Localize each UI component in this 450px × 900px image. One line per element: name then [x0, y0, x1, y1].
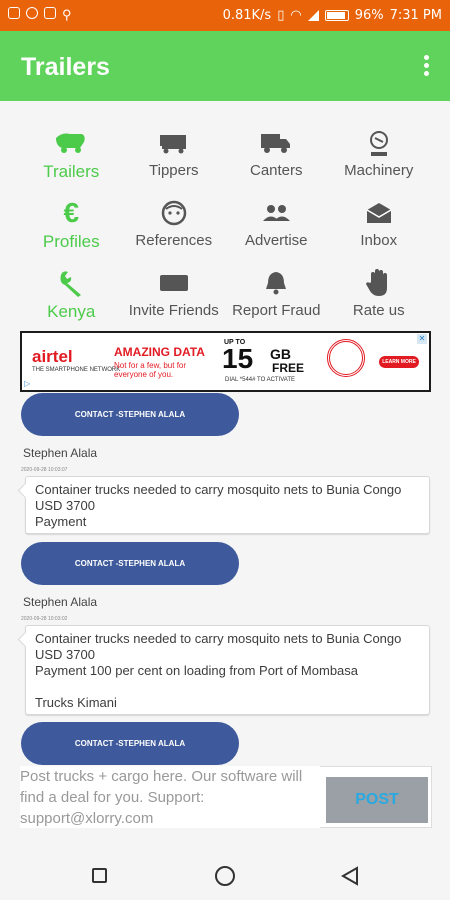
clock: 7:31 PM: [389, 8, 442, 23]
network-speed: 0.81K/s: [222, 8, 272, 23]
message-line: Container trucks needed to carry mosquit…: [35, 482, 402, 497]
category-label: Kenya: [47, 302, 96, 321]
category-label: Tippers: [149, 162, 199, 179]
ad-badge-icon: [327, 339, 365, 377]
face-icon: [161, 198, 187, 228]
poster-name: Stephen Alala: [23, 595, 98, 609]
battery-level: [326, 12, 345, 19]
message-line: USD 3700: [35, 647, 95, 662]
ad-free: FREE: [272, 361, 305, 375]
ad-dial: DIAL *544# TO ACTIVATE: [225, 377, 296, 383]
ad-unit: GB: [270, 346, 291, 362]
notification-icon: [44, 7, 56, 19]
category-label: Machinery: [344, 162, 414, 179]
message-line: Trucks Kimani: [35, 695, 117, 710]
adchoices-icon[interactable]: ▷: [24, 379, 30, 388]
recents-icon[interactable]: [92, 868, 107, 883]
message-bubble: Container trucks needed to carry mosquit…: [25, 476, 430, 534]
category-kenya[interactable]: Kenya: [20, 268, 123, 338]
contact-button[interactable]: CONTACT -STEPHEN ALALA: [21, 393, 239, 436]
bell-icon: [264, 268, 288, 298]
category-label: Invite Friends: [128, 302, 219, 319]
shipping-truck-icon: [260, 128, 292, 158]
message-line: USD 3700: [35, 498, 95, 513]
message-line: Container trucks needed to carry mosquit…: [35, 631, 402, 646]
category-rate-us[interactable]: Rate us: [328, 268, 431, 338]
system-nav-bar: [0, 850, 450, 900]
category-invite-friends[interactable]: Invite Friends: [123, 268, 226, 338]
message-bubble: Container trucks needed to carry mosquit…: [25, 625, 430, 715]
post-input-bar: Post trucks + cargo here. Our software w…: [20, 766, 432, 828]
battery-icon: [324, 10, 349, 21]
post-date: 2020-09-28 10:03:02: [21, 616, 68, 622]
contact-button[interactable]: CONTACT -STEPHEN ALALA: [21, 542, 239, 585]
category-label: Advertise: [244, 232, 308, 249]
keyboard-icon: [159, 268, 189, 298]
category-trailers[interactable]: Trailers: [20, 128, 123, 198]
status-right: 0.81K/s ▯ ◠ 96% 7:31 PM: [223, 8, 442, 23]
truck-icon: [159, 128, 189, 158]
ad-cta-button[interactable]: LEARN MORE >>: [379, 356, 419, 377]
category-advertise[interactable]: Advertise: [225, 198, 328, 268]
message-line: Payment: [35, 514, 87, 529]
status-bar: ⚲ 0.81K/s ▯ ◠ 96% 7:31 PM: [0, 0, 450, 31]
grid-row: Trailers Tippers Canters Machinery: [20, 128, 430, 198]
vibrate-icon: ▯: [277, 8, 285, 23]
contact-button[interactable]: CONTACT -STEPHEN ALALA: [21, 722, 239, 765]
ad-subtext: Not for a few, but for everyone of you.: [114, 361, 187, 379]
category-label: Canters: [249, 162, 303, 179]
wrench-icon: [57, 268, 85, 298]
category-label: Profiles: [42, 232, 100, 251]
notification-icon: [8, 7, 20, 19]
notification-icons: ⚲: [8, 7, 74, 22]
back-icon[interactable]: [340, 866, 359, 891]
envelope-icon: [365, 198, 393, 228]
post-input[interactable]: Post trucks + cargo here. Our software w…: [20, 766, 320, 828]
trailer-icon: [54, 128, 88, 158]
ad-close-icon[interactable]: ✕: [417, 334, 427, 344]
category-profiles[interactable]: € Profiles: [20, 197, 123, 268]
euro-icon: €: [63, 197, 80, 228]
ad-banner[interactable]: airtel THE SMARTPHONE NETWORK AMAZING DAT…: [20, 331, 431, 392]
grid-row: € Profiles References Advertise Inbox: [20, 197, 431, 268]
excavator-icon: [363, 128, 395, 158]
category-label: Report Fraud: [232, 302, 321, 319]
category-label: References: [135, 232, 213, 249]
post-date: 2020-09-28 10:03:07: [21, 467, 68, 473]
battery-percent: 96%: [354, 8, 384, 23]
app-bar: Trailers: [0, 31, 450, 101]
wifi-icon: ◠: [290, 8, 302, 23]
category-report-fraud[interactable]: Report Fraud: [225, 268, 328, 338]
notification-icon: [26, 7, 38, 19]
category-grid: Trailers Tippers Canters Machinery € Pro…: [20, 128, 430, 338]
home-icon[interactable]: [215, 866, 235, 886]
category-label: Rate us: [352, 302, 405, 319]
post-button[interactable]: POST: [326, 777, 428, 823]
category-tippers[interactable]: Tippers: [123, 128, 226, 198]
ad-headline: AMAZING DATA: [114, 345, 205, 359]
signal-icon: [307, 10, 319, 21]
ad-brand: airtel THE SMARTPHONE NETWORK: [32, 347, 121, 373]
page-title: Trailers: [21, 53, 110, 81]
category-label: Inbox: [360, 232, 398, 249]
grid-row: Kenya Invite Friends Report Fraud Rate u…: [20, 268, 430, 338]
hand-icon: [365, 268, 393, 298]
category-machinery[interactable]: Machinery: [328, 128, 431, 198]
overflow-menu-icon[interactable]: [424, 55, 430, 79]
category-label: Trailers: [43, 162, 100, 181]
usb-icon: ⚲: [62, 7, 72, 22]
category-references[interactable]: References: [123, 198, 226, 268]
ad-amount: 15: [222, 343, 254, 374]
people-icon: [261, 198, 291, 228]
message-line: Payment 100 per cent on loading from Por…: [35, 663, 359, 678]
category-canters[interactable]: Canters: [225, 128, 328, 198]
category-inbox[interactable]: Inbox: [328, 198, 431, 268]
poster-name: Stephen Alala: [23, 446, 98, 460]
